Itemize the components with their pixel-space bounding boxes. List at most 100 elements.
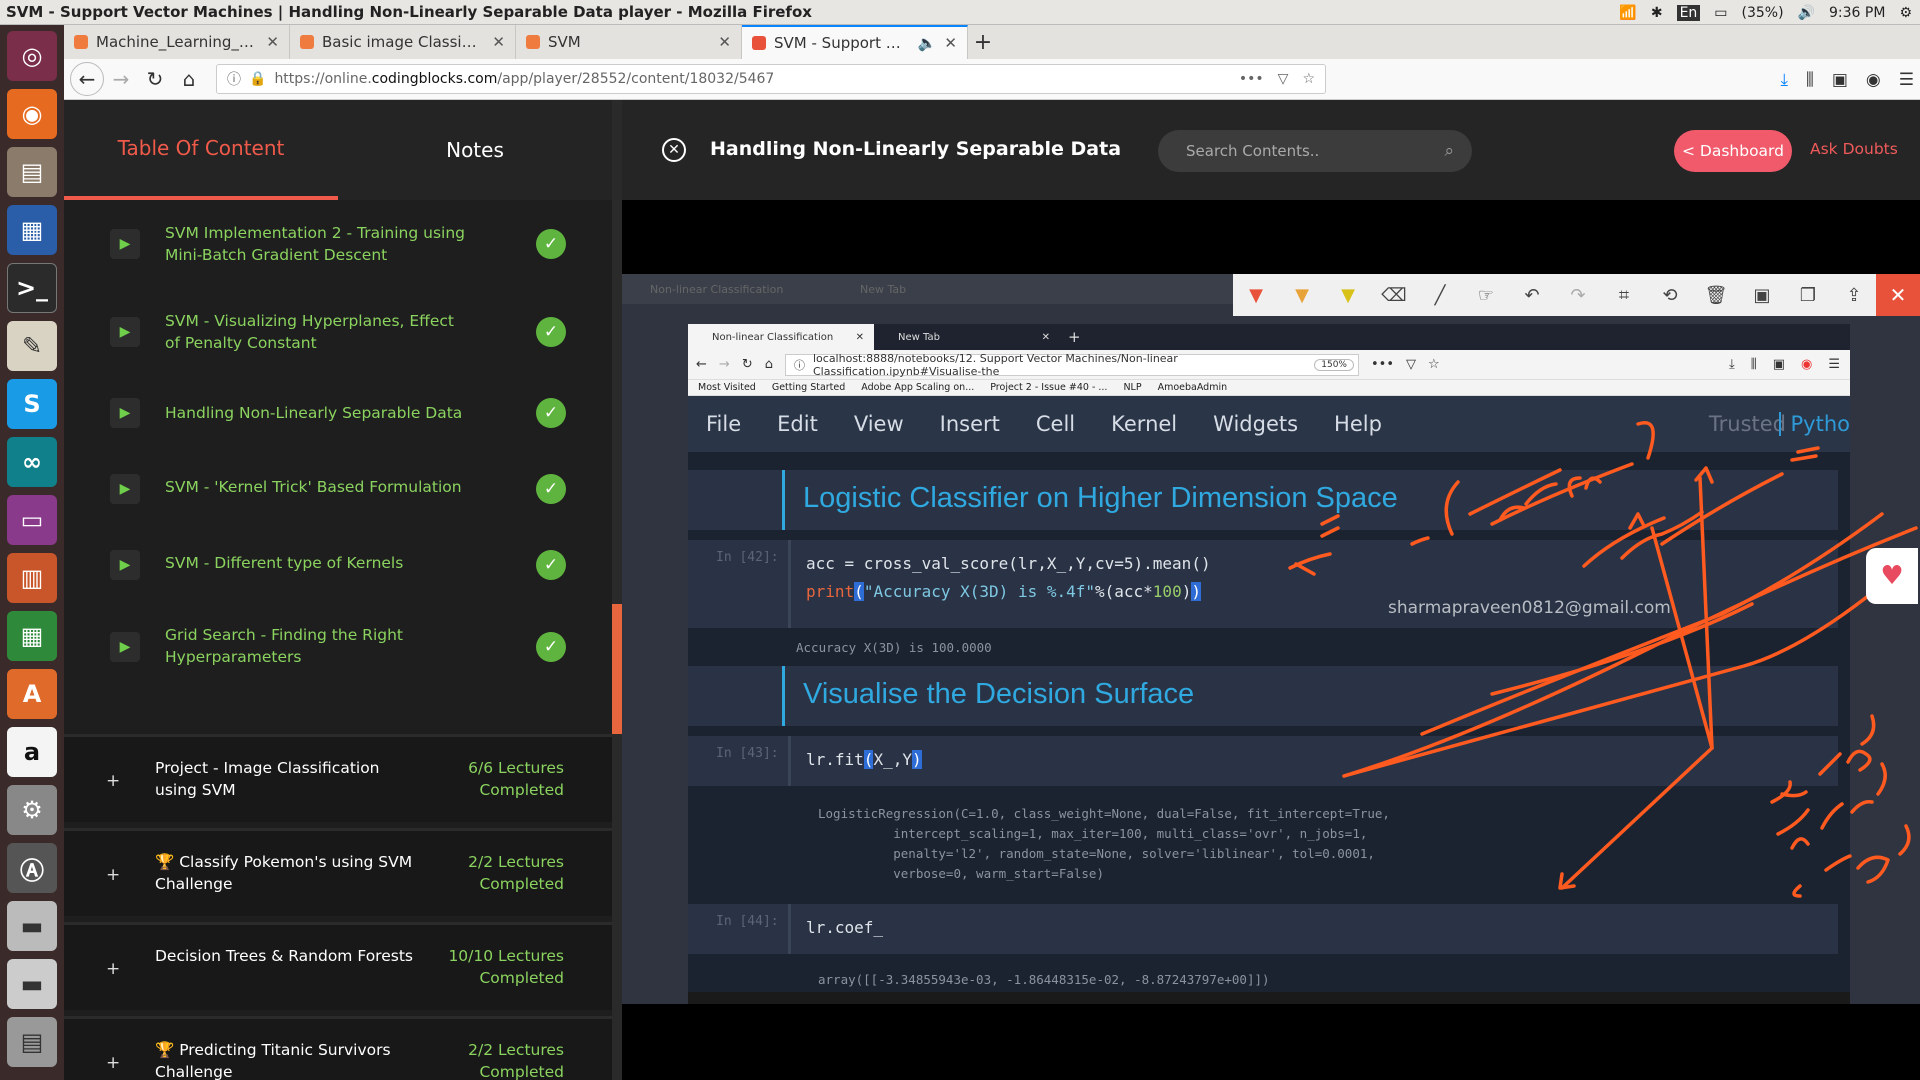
arduino-icon[interactable]: ∞ xyxy=(7,437,57,487)
ask-doubts-link[interactable]: Ask Doubts xyxy=(1810,140,1898,158)
files-icon[interactable]: ▤ xyxy=(7,147,57,197)
expand-plus-icon[interactable]: + xyxy=(106,771,120,791)
skype-icon[interactable]: S xyxy=(7,379,57,429)
keyboard-indicator[interactable]: En xyxy=(1676,4,1701,21)
save-icon[interactable]: ▣ xyxy=(1739,274,1785,316)
crop-icon[interactable]: ⌗ xyxy=(1601,274,1647,316)
browser-tab-active[interactable]: SVM - Support Vector 🔈 ✕ xyxy=(742,25,968,59)
pen-orange-icon[interactable]: ▼ xyxy=(1279,274,1325,316)
dashboard-button[interactable]: < Dashboard xyxy=(1674,130,1792,172)
wifi-icon[interactable]: 📶 xyxy=(1619,5,1636,21)
pen-red-icon[interactable]: ▼ xyxy=(1233,274,1279,316)
search-icon[interactable]: ⌕ xyxy=(1444,141,1454,161)
wishlist-heart-button[interactable]: ♥ xyxy=(1866,548,1918,604)
expand-plus-icon[interactable]: + xyxy=(106,865,120,885)
lesson-title[interactable]: Handling Non-Linearly Separable Data xyxy=(165,402,465,424)
browser-tab[interactable]: SVM ✕ xyxy=(516,25,742,59)
search-contents-input[interactable]: Search Contents.. ⌕ xyxy=(1158,130,1472,172)
tab-table-of-content[interactable]: Table Of Content xyxy=(64,100,338,200)
close-tab-icon[interactable]: ✕ xyxy=(718,33,731,51)
line-tool-icon[interactable]: ╱ xyxy=(1417,274,1463,316)
terminal-icon[interactable]: >_ xyxy=(7,263,57,313)
play-icon[interactable]: ▶ xyxy=(110,398,140,428)
eraser-icon[interactable]: ⌫ xyxy=(1371,274,1417,316)
undo-icon[interactable]: ↶ xyxy=(1509,274,1555,316)
pocket-icon[interactable]: ▽ xyxy=(1278,71,1289,87)
close-player-icon[interactable]: ✕ xyxy=(662,138,686,162)
software-center-icon[interactable]: A xyxy=(7,669,57,719)
amazon-icon[interactable]: a xyxy=(7,727,57,777)
drive-icon-2[interactable]: ▬ xyxy=(7,959,57,1009)
section-title[interactable]: 🏆 Predicting Titanic Survivors Challenge xyxy=(155,1039,415,1080)
browser-tab[interactable]: Basic image Classification ✕ xyxy=(290,25,516,59)
trash-icon[interactable]: ▤ xyxy=(7,1017,57,1067)
lesson-title[interactable]: SVM - Visualizing Hyperplanes, Effect of… xyxy=(165,310,465,354)
impress-icon[interactable]: ▥ xyxy=(7,553,57,603)
highlighter-icon[interactable]: ▼ xyxy=(1325,274,1371,316)
lesson-item[interactable]: ▶ SVM - Different type of Kernels ✓ xyxy=(64,526,612,602)
section-title[interactable]: Decision Trees & Random Forests xyxy=(155,945,415,967)
section-title[interactable]: Project - Image Classification using SVM xyxy=(155,757,415,801)
account-icon[interactable]: ◉ xyxy=(1866,70,1881,90)
ubuntu-dash-icon[interactable]: ◎ xyxy=(7,31,57,81)
share-icon[interactable]: ⇪ xyxy=(1831,274,1877,316)
tab-notes[interactable]: Notes xyxy=(338,100,612,200)
sidebar-scrollbar[interactable] xyxy=(612,100,622,1080)
settings-gear-icon[interactable]: ⚙ xyxy=(1899,5,1912,21)
url-bar[interactable]: ⓘ 🔒 https://online.codingblocks.com/app/… xyxy=(216,64,1326,94)
audio-icon[interactable]: 🔈 xyxy=(918,34,937,52)
calc-icon[interactable]: ▦ xyxy=(7,611,57,661)
info-icon[interactable]: ⓘ xyxy=(227,69,241,89)
delete-icon[interactable]: 🗑 xyxy=(1693,274,1739,316)
close-tab-icon[interactable]: ✕ xyxy=(266,33,279,51)
media-app-icon[interactable]: ▭ xyxy=(7,495,57,545)
volume-icon[interactable]: 🔊 xyxy=(1798,5,1815,21)
lesson-title[interactable]: Grid Search - Finding the Right Hyperpar… xyxy=(165,624,465,668)
lesson-item[interactable]: ▶ SVM - 'Kernel Trick' Based Formulation… xyxy=(64,450,612,526)
clock[interactable]: 9:36 PM xyxy=(1829,5,1885,21)
expand-plus-icon[interactable]: + xyxy=(106,959,120,979)
bookmark-star-icon[interactable]: ☆ xyxy=(1302,71,1315,87)
play-icon[interactable]: ▶ xyxy=(110,550,140,580)
lesson-item-current[interactable]: ▶ Handling Non-Linearly Separable Data ✓ xyxy=(64,376,612,450)
drive-icon[interactable]: ▬ xyxy=(7,901,57,951)
text-editor-icon[interactable]: ✎ xyxy=(7,321,57,371)
firefox-icon[interactable]: ◉ xyxy=(7,89,57,139)
close-toolbar-icon[interactable]: ✕ xyxy=(1876,274,1920,316)
section-item[interactable]: + 🏆 Predicting Titanic Survivors Challen… xyxy=(64,1016,612,1080)
writer-icon[interactable]: ▦ xyxy=(7,205,57,255)
back-arrow-icon[interactable]: ← xyxy=(70,62,104,96)
play-icon[interactable]: ▶ xyxy=(110,317,140,347)
forward-arrow-icon[interactable]: → xyxy=(104,62,138,96)
section-item[interactable]: + Project - Image Classification using S… xyxy=(64,734,612,822)
pointer-icon[interactable]: ☞ xyxy=(1463,274,1509,316)
close-tab-icon[interactable]: ✕ xyxy=(492,33,505,51)
system-tray[interactable]: 📶 ✱ En ▭ (35%) 🔊 9:36 PM ⚙ xyxy=(1619,0,1912,25)
lesson-item[interactable]: ▶ SVM Implementation 2 - Training using … xyxy=(64,200,612,288)
bluetooth-icon[interactable]: ✱ xyxy=(1651,5,1663,21)
updater-icon[interactable]: Ⓐ xyxy=(7,843,57,893)
section-item[interactable]: + 🏆 Classify Pokemon's using SVM Challen… xyxy=(64,828,612,916)
expand-plus-icon[interactable]: + xyxy=(106,1053,120,1073)
download-icon[interactable]: ⤓ xyxy=(1781,70,1789,90)
new-tab-button[interactable]: + xyxy=(968,25,998,59)
copy-icon[interactable]: ❐ xyxy=(1785,274,1831,316)
lesson-item[interactable]: ▶ SVM - Visualizing Hyperplanes, Effect … xyxy=(64,288,612,376)
lesson-item[interactable]: ▶ Grid Search - Finding the Right Hyperp… xyxy=(64,602,612,692)
redo-icon[interactable]: ↷ xyxy=(1555,274,1601,316)
battery-icon[interactable]: ▭ xyxy=(1714,5,1727,21)
lesson-title[interactable]: SVM - 'Kernel Trick' Based Formulation xyxy=(165,476,465,498)
play-icon[interactable]: ▶ xyxy=(110,632,140,662)
section-item[interactable]: + Decision Trees & Random Forests 10/10 … xyxy=(64,922,612,1010)
play-icon[interactable]: ▶ xyxy=(110,474,140,504)
lesson-title[interactable]: SVM Implementation 2 - Training using Mi… xyxy=(165,222,465,266)
system-settings-icon[interactable]: ⚙ xyxy=(7,785,57,835)
browser-tab[interactable]: Machine_Learning_2019/ ✕ xyxy=(64,25,290,59)
menu-icon[interactable]: ☰ xyxy=(1899,70,1914,90)
home-icon[interactable]: ⌂ xyxy=(172,62,206,96)
page-actions-icon[interactable]: ••• xyxy=(1239,71,1264,87)
play-icon[interactable]: ▶ xyxy=(110,229,140,259)
history-icon[interactable]: ⟲ xyxy=(1647,274,1693,316)
sidebar-scroll-thumb[interactable] xyxy=(612,604,622,734)
library-icon[interactable]: ⫼ xyxy=(1806,70,1814,90)
